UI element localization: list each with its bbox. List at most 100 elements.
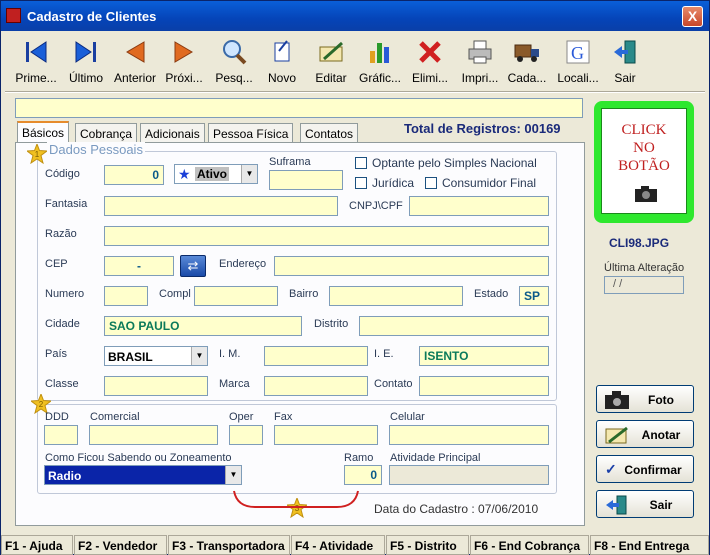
previous-button[interactable]: Anterior (111, 35, 159, 87)
bairro-field[interactable] (329, 286, 463, 306)
ie-field[interactable]: ISENTO (419, 346, 549, 366)
marca-label: Marca (219, 378, 250, 390)
comercial-field[interactable] (89, 425, 218, 445)
atividade-field[interactable] (389, 465, 549, 485)
window-title: Cadastro de Clientes (27, 9, 157, 24)
endereco-field[interactable] (274, 256, 549, 276)
star-icon: ★ (178, 166, 191, 182)
refresh-icon: ⇄ (187, 258, 199, 273)
delete-button[interactable]: Elimi... (407, 35, 453, 87)
next-button[interactable]: Próxi... (161, 35, 207, 87)
cep-search-button[interactable]: ⇄ (180, 255, 206, 277)
estado-field[interactable]: SP (519, 286, 549, 306)
tab-adicionais[interactable]: Adicionais (140, 123, 205, 144)
svg-text:2: 2 (39, 400, 44, 409)
cep-field[interactable]: - (104, 256, 174, 276)
cnpj-label: CNPJ\CPF (349, 200, 403, 212)
compl-field[interactable] (194, 286, 278, 306)
sair-button[interactable]: Sair (596, 490, 694, 518)
notepad-icon (605, 426, 628, 444)
search-button[interactable]: Pesq... (209, 35, 259, 87)
google-icon: G (566, 40, 590, 64)
distrito-field[interactable] (359, 316, 549, 336)
tab-pessoa-fisica[interactable]: Pessoa Física (208, 123, 294, 144)
delete-icon (419, 41, 441, 63)
como-select[interactable]: Radio ▼ (44, 465, 242, 485)
atividade-label: Atividade Principal (390, 452, 481, 464)
chevron-down-icon: ▼ (241, 165, 257, 183)
consumidor-label: Consumidor Final (442, 176, 537, 190)
toolbar-separator (5, 91, 705, 93)
ddd-field[interactable] (44, 425, 78, 445)
classe-field[interactable] (104, 376, 208, 396)
exit-button[interactable]: Sair (605, 35, 645, 87)
locate-button[interactable]: G Locali... (553, 35, 603, 87)
status-f4: F4 - Atividade (291, 535, 385, 555)
edit-button[interactable]: Editar (309, 35, 353, 87)
photo-text-3: BOTÃO (618, 158, 670, 174)
anotar-button[interactable]: Anotar (596, 420, 694, 448)
svg-text:G: G (571, 43, 584, 63)
app-icon (6, 8, 21, 23)
last-icon (75, 41, 96, 63)
exit-icon (614, 40, 636, 64)
contato-field[interactable] (419, 376, 549, 396)
numero-field[interactable] (104, 286, 148, 306)
como-value: Radio (48, 469, 82, 483)
im-label: I. M. (219, 348, 241, 360)
new-icon (274, 40, 290, 62)
juridica-label: Jurídica (372, 176, 415, 190)
foto-button[interactable]: Foto (596, 385, 694, 413)
fantasia-field[interactable] (104, 196, 338, 216)
ultima-alteracao-field: / / (604, 276, 684, 294)
celular-label: Celular (390, 411, 425, 423)
bracket-decoration (233, 490, 359, 508)
first-button[interactable]: Prime... (13, 35, 59, 87)
marca-field[interactable] (264, 376, 368, 396)
chart-button[interactable]: Gráfic... (357, 35, 403, 87)
simples-label: Optante pelo Simples Nacional (372, 156, 537, 170)
exit-icon (606, 495, 627, 515)
print-icon (468, 40, 492, 64)
fax-field[interactable] (274, 425, 378, 445)
confirmar-button[interactable]: ✓ Confirmar (596, 455, 694, 483)
top-info-bar[interactable] (15, 98, 583, 118)
suframa-field[interactable] (269, 170, 343, 190)
im-field[interactable] (264, 346, 368, 366)
codigo-field[interactable]: 0 (104, 165, 164, 185)
cidade-label: Cidade (45, 318, 80, 330)
oper-field[interactable] (229, 425, 263, 445)
ramo-field[interactable]: 0 (344, 465, 382, 485)
new-button[interactable]: Novo (261, 35, 303, 87)
celular-field[interactable] (389, 425, 549, 445)
consumidor-checkbox[interactable] (425, 177, 437, 189)
cnpj-field[interactable] (409, 196, 549, 216)
last-button[interactable]: Último (63, 35, 109, 87)
cep-label: CEP (45, 258, 68, 270)
estado-label: Estado (474, 288, 509, 300)
ultima-alteracao-label: Última Alteração (604, 262, 685, 274)
codigo-label: Código (45, 168, 80, 180)
group-title: Dados Pessoais (47, 142, 145, 157)
edit-icon (319, 41, 343, 62)
ie-label: I. E. (374, 348, 394, 360)
simples-checkbox[interactable] (355, 157, 367, 169)
cidade-field[interactable]: SAO PAULO (104, 316, 302, 336)
data-cadastro: Data do Cadastro : 07/06/2010 (374, 502, 539, 516)
status-select[interactable]: ★ Ativo ▼ (174, 164, 258, 184)
ramo-label: Ramo (344, 452, 374, 464)
pais-select[interactable]: BRASIL ▼ (104, 346, 208, 366)
truck-icon (514, 44, 539, 62)
truck-button[interactable]: Cada... (505, 35, 549, 87)
print-button[interactable]: Impri... (455, 35, 505, 87)
oper-label: Oper (229, 411, 254, 423)
razao-field[interactable] (104, 226, 549, 246)
close-button[interactable]: X (682, 6, 703, 27)
razao-label: Razão (45, 228, 77, 240)
juridica-checkbox[interactable] (355, 177, 367, 189)
photo-frame[interactable]: CLICK NO BOTÃO (594, 101, 694, 223)
photo-placeholder: CLICK NO BOTÃO (601, 108, 687, 214)
tab-cobranca[interactable]: Cobrança (75, 123, 138, 144)
tab-contatos[interactable]: Contatos (300, 123, 359, 144)
previous-icon (126, 41, 145, 63)
